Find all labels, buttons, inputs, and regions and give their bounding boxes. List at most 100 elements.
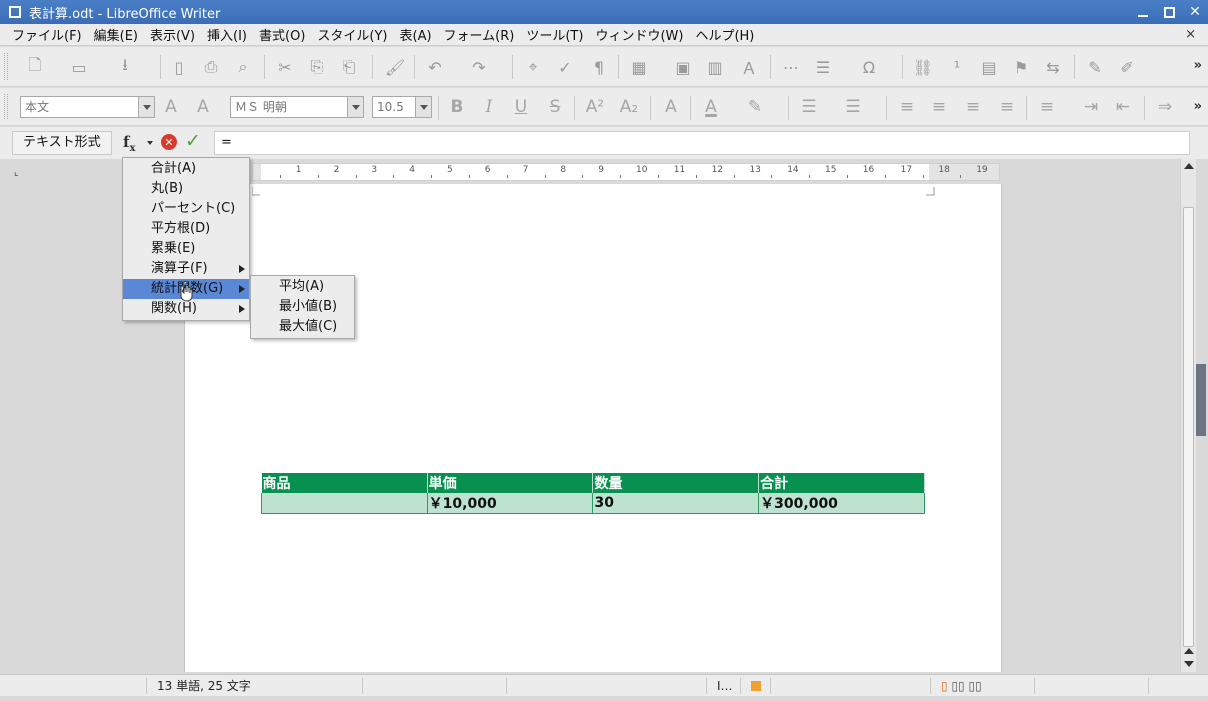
find-replace-icon[interactable]: ⌖ [522,56,544,78]
bookmark-icon[interactable]: ⚑ [1010,56,1032,78]
insert-image-icon[interactable]: ▣ [672,56,694,78]
paragraph-style-combo[interactable]: 本文 [20,96,155,118]
insert-textbox-icon[interactable]: Ａ [738,56,760,78]
strikethrough-icon[interactable]: S [544,96,566,118]
menu-item-power[interactable]: 累乗(E) [123,239,249,259]
align-center-icon[interactable]: ≡ [928,96,950,118]
line-spacing-icon[interactable]: ≡ [1036,96,1058,118]
table-header-cell[interactable]: 商品 [261,473,428,493]
table-cell[interactable]: 30 [592,493,760,514]
new-document-icon[interactable]: 🗋 [24,55,46,78]
scroll-up-icon[interactable] [1184,646,1194,656]
align-left-icon[interactable]: ≡ [896,96,918,118]
menu-item-percent[interactable]: パーセント(C) [123,199,249,219]
close-document-button[interactable]: × [1185,27,1196,42]
sidebar-toggle-handle[interactable] [1196,364,1206,436]
font-size-combo[interactable]: 10.5 [372,96,432,118]
decrease-indent-icon[interactable]: ⇤ [1112,96,1134,118]
justify-icon[interactable]: ≡ [996,96,1018,118]
book-view-icon[interactable]: ▯▯ [968,679,981,693]
formula-input[interactable]: = [214,131,1190,155]
clear-formatting-icon[interactable]: A [660,96,682,118]
selection-mode-icon[interactable] [740,678,770,694]
menu-format[interactable]: 書式(O) [253,25,311,44]
bold-icon[interactable]: B [446,96,468,118]
chevron-down-icon[interactable] [415,97,431,117]
paste-icon[interactable]: ⎗ [338,56,360,78]
copy-icon[interactable]: ⎘ [306,56,328,78]
horizontal-ruler[interactable]: 1 2 3 4 5 6 7 8 9 10 11 12 13 14 15 16 17 18 19 [252,163,1000,181]
formula-fx-icon[interactable]: fx [123,133,135,154]
menu-item-square-root[interactable]: 平方根(D) [123,219,249,239]
vertical-scrollbar[interactable] [1180,159,1196,672]
numbered-list-icon[interactable]: ☰ [842,96,864,118]
open-icon[interactable]: ▭ [68,56,90,78]
hyperlink-icon[interactable]: ⛓ [912,56,934,78]
insert-field-icon[interactable]: ☰ [812,56,834,78]
header-footer-icon[interactable]: ▤ [978,56,1000,78]
table-header-cell[interactable]: 合計 [758,473,925,493]
comment-icon[interactable]: ✎ [1084,56,1106,78]
table-cell[interactable] [261,493,428,514]
formatting-marks-icon[interactable]: ¶ [588,56,610,78]
redo-icon[interactable]: ↷ [468,56,490,78]
scrollbar-thumb[interactable] [1183,207,1194,647]
cut-icon[interactable]: ✂ [274,56,296,78]
italic-icon[interactable]: I [478,96,500,118]
menu-item-operators[interactable]: 演算子(F) [123,259,249,279]
menu-tools[interactable]: ツール(T) [520,25,589,44]
menu-styles[interactable]: スタイル(Y) [311,25,393,44]
subscript-icon[interactable]: A₂ [618,96,640,118]
print-preview-icon[interactable]: ⌕ [232,56,254,78]
menu-window[interactable]: ウィンドウ(W) [589,25,689,44]
scroll-down-icon[interactable] [1184,659,1194,669]
bullet-list-icon[interactable]: ☰ [798,96,820,118]
zoom-level[interactable] [1148,678,1204,694]
page-break-icon[interactable]: ⋯ [780,56,802,78]
multi-page-view-icon[interactable]: ▯▯ [951,679,964,693]
table-cell[interactable]: ￥300,000 [758,493,925,514]
superscript-icon[interactable]: A² [584,96,606,118]
table-header-cell[interactable]: 単価 [427,473,594,493]
table-header-cell[interactable]: 数量 [592,473,760,493]
cross-reference-icon[interactable]: ⇆ [1042,56,1064,78]
chevron-down-icon[interactable] [347,97,363,117]
align-right-icon[interactable]: ≡ [962,96,984,118]
chevron-down-icon[interactable] [147,141,153,145]
apply-formula-icon[interactable]: ✓ [185,130,201,152]
digital-signature-area[interactable] [770,678,930,694]
track-changes-icon[interactable]: ✐ [1116,56,1138,78]
menu-item-maximum[interactable]: 最大値(C) [251,317,354,337]
maximize-button[interactable] [1162,5,1176,19]
document-page[interactable] [184,184,1002,672]
export-pdf-icon[interactable]: ▯ [168,56,190,78]
insert-mode-icon[interactable]: I… [706,678,740,694]
text-direction-icon[interactable]: ⇒ [1154,96,1176,118]
font-name-combo[interactable]: ＭＳ 明朝 [230,96,364,118]
document-table[interactable]: 商品 単価 数量 合計 ￥10,000 30 ￥300,000 [261,473,925,514]
new-style-icon[interactable]: A [192,96,214,118]
chevron-down-icon[interactable] [138,97,154,117]
view-layout-icons[interactable]: ▯ ▯▯ ▯▯ [930,678,1034,694]
word-count[interactable]: 13 単語, 25 文字 [146,678,362,694]
footnote-icon[interactable]: ¹ [946,56,968,78]
toolbar-overflow-icon[interactable]: » [1194,99,1202,114]
menu-item-minimum[interactable]: 最小値(B) [251,297,354,317]
insert-table-icon[interactable]: ▦ [628,56,650,78]
menu-table[interactable]: 表(A) [394,25,438,44]
cancel-formula-icon[interactable]: ✕ [161,134,177,150]
toolbar-grip[interactable] [4,94,8,119]
table-cell[interactable]: ￥10,000 [427,493,594,514]
undo-icon[interactable]: ↶ [424,56,446,78]
zoom-slider[interactable] [1034,678,1148,694]
increase-indent-icon[interactable]: ⇥ [1080,96,1102,118]
menu-form[interactable]: フォーム(R) [438,25,521,44]
menu-item-functions[interactable]: 関数(H) [123,299,249,319]
clone-formatting-icon[interactable]: 🖌 [384,56,406,78]
menu-view[interactable]: 表示(V) [144,25,201,44]
menu-item-round[interactable]: 丸(B) [123,179,249,199]
menu-help[interactable]: ヘルプ(H) [689,25,760,44]
save-icon[interactable]: ⭳ [114,55,136,78]
print-icon[interactable]: ⎙ [200,56,222,78]
name-box[interactable]: テキスト形式 [12,131,112,155]
